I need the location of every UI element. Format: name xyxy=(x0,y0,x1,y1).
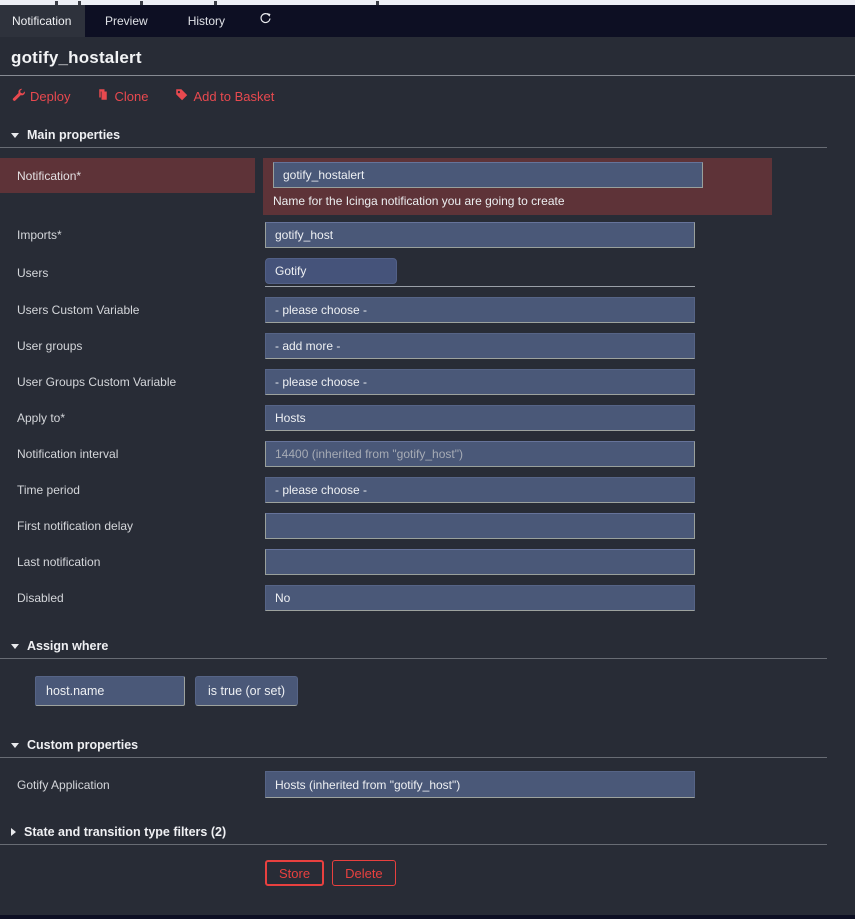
gotify-application-select[interactable]: Hosts (inherited from "gotify_host") xyxy=(265,771,695,798)
form-row-first-notification-delay: First notification delay xyxy=(0,513,855,539)
tab-notification[interactable]: Notification xyxy=(0,5,85,37)
expand-arrow-icon xyxy=(11,828,16,836)
disabled-select[interactable]: No xyxy=(265,585,695,611)
browser-chrome-fragment xyxy=(140,1,143,5)
disabled-label: Disabled xyxy=(0,591,265,605)
gotify-application-label: Gotify Application xyxy=(0,778,265,792)
time-period-select[interactable]: - please choose - xyxy=(265,477,695,503)
user-groups-select[interactable]: - add more - xyxy=(265,333,695,359)
notification-name-input[interactable] xyxy=(273,162,703,188)
section-custom-properties-title: Custom properties xyxy=(27,738,138,752)
section-state-filters[interactable]: State and transition type filters (2) xyxy=(0,825,855,839)
form-row-notification-interval: Notification interval xyxy=(0,441,855,467)
users-label: Users xyxy=(0,266,265,280)
browser-chrome-fragment xyxy=(55,1,58,5)
clone-link[interactable]: Clone xyxy=(97,86,148,106)
collapse-arrow-icon xyxy=(11,133,19,138)
tab-history[interactable]: History xyxy=(168,5,245,37)
form-row-users: Users Gotify xyxy=(0,258,855,287)
form-row-user-groups-custom-variable: User Groups Custom Variable - please cho… xyxy=(0,369,855,395)
time-period-label: Time period xyxy=(0,483,265,497)
cropped-browser-edge xyxy=(0,0,855,5)
form-row-users-custom-variable: Users Custom Variable - please choose - xyxy=(0,297,855,323)
section-divider xyxy=(0,147,827,148)
collapse-arrow-icon xyxy=(11,644,19,649)
form-buttons: Store Delete xyxy=(265,860,855,886)
form-row-user-groups: User groups - add more - xyxy=(0,333,855,359)
form-row-disabled: Disabled No xyxy=(0,585,855,611)
assign-filter-operator-select[interactable]: is true (or set) xyxy=(195,676,298,706)
add-to-basket-link-label: Add to Basket xyxy=(193,89,274,104)
tab-history-label: History xyxy=(188,14,225,28)
tag-icon xyxy=(175,88,188,104)
section-divider xyxy=(0,658,827,659)
tab-bar: Notification Preview History xyxy=(0,5,855,37)
wrench-icon xyxy=(12,88,25,104)
browser-chrome-fragment xyxy=(376,1,379,5)
imports-label: Imports* xyxy=(0,228,265,242)
imports-input[interactable] xyxy=(265,222,695,248)
deploy-link[interactable]: Deploy xyxy=(12,86,70,106)
page-title: gotify_hostalert xyxy=(11,48,142,67)
refresh-icon xyxy=(259,12,272,30)
custom-properties-form: Gotify Application Hosts (inherited from… xyxy=(0,771,855,798)
section-divider xyxy=(0,757,827,758)
users-multiselect: Gotify xyxy=(265,258,695,287)
tab-notification-label: Notification xyxy=(12,14,71,28)
first-notification-delay-input[interactable] xyxy=(265,513,695,539)
tab-preview-label: Preview xyxy=(105,14,148,28)
form-row-imports: Imports* xyxy=(0,222,855,248)
apply-to-label: Apply to* xyxy=(0,411,265,425)
main-content: gotify_hostalert Deploy Clone Add to Bas… xyxy=(0,37,855,886)
section-custom-properties[interactable]: Custom properties xyxy=(0,738,855,752)
user-groups-custom-variable-select[interactable]: - please choose - xyxy=(265,369,695,395)
deploy-link-label: Deploy xyxy=(30,89,70,104)
viewport-bottom-edge xyxy=(0,915,855,919)
title-row: gotify_hostalert xyxy=(0,37,855,76)
notification-error-wrap: Name for the Icinga notification you are… xyxy=(263,158,772,215)
users-custom-variable-label: Users Custom Variable xyxy=(0,303,265,317)
main-properties-form: Notification* Name for the Icinga notifi… xyxy=(0,158,855,611)
clone-link-label: Clone xyxy=(114,89,148,104)
last-notification-input[interactable] xyxy=(265,549,695,575)
form-row-notification: Notification* Name for the Icinga notifi… xyxy=(0,158,855,215)
form-row-time-period: Time period - please choose - xyxy=(0,477,855,503)
tab-preview[interactable]: Preview xyxy=(85,5,168,37)
collapse-arrow-icon xyxy=(11,743,19,748)
notification-interval-label: Notification interval xyxy=(0,447,265,461)
user-groups-label: User groups xyxy=(0,339,265,353)
refresh-button[interactable] xyxy=(251,5,280,37)
apply-to-select[interactable]: Hosts xyxy=(265,405,695,431)
section-main-properties-title: Main properties xyxy=(27,128,120,142)
last-notification-label: Last notification xyxy=(0,555,265,569)
clone-icon xyxy=(97,88,109,104)
assign-filter-column-input[interactable] xyxy=(35,676,185,706)
section-assign-where[interactable]: Assign where xyxy=(0,639,855,653)
delete-button[interactable]: Delete xyxy=(332,860,396,886)
add-to-basket-link[interactable]: Add to Basket xyxy=(175,86,274,106)
browser-chrome-fragment xyxy=(214,1,217,5)
form-row-apply-to: Apply to* Hosts xyxy=(0,405,855,431)
notification-description: Name for the Icinga notification you are… xyxy=(273,194,772,208)
browser-chrome-fragment xyxy=(78,1,81,5)
assign-filter-row: is true (or set) xyxy=(35,676,855,706)
user-groups-custom-variable-label: User Groups Custom Variable xyxy=(0,375,265,389)
section-state-filters-title: State and transition type filters (2) xyxy=(24,825,226,839)
section-assign-where-title: Assign where xyxy=(27,639,108,653)
users-selected-chip[interactable]: Gotify xyxy=(265,258,397,284)
section-main-properties[interactable]: Main properties xyxy=(0,128,855,142)
form-row-last-notification: Last notification xyxy=(0,549,855,575)
app-window: Notification Preview History gotify_host… xyxy=(0,0,855,919)
users-custom-variable-select[interactable]: - please choose - xyxy=(265,297,695,323)
section-divider xyxy=(0,844,827,845)
notification-label: Notification* xyxy=(0,158,255,193)
notification-interval-input[interactable] xyxy=(265,441,695,467)
store-button[interactable]: Store xyxy=(265,860,324,886)
form-row-gotify-application: Gotify Application Hosts (inherited from… xyxy=(0,771,855,798)
first-notification-delay-label: First notification delay xyxy=(0,519,265,533)
action-links: Deploy Clone Add to Basket xyxy=(0,76,855,106)
